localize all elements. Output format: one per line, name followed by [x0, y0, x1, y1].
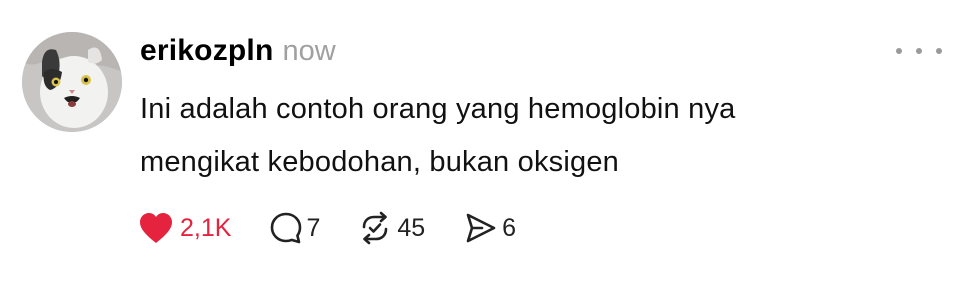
- post-text-line: Ini adalah contoh orang yang hemoglobin …: [140, 93, 736, 125]
- comment-icon: [271, 212, 302, 244]
- repost-count: 45: [397, 213, 426, 242]
- heart-icon: [140, 213, 172, 243]
- repost-icon: [363, 211, 388, 245]
- timestamp: now: [282, 35, 336, 67]
- more-options-icon-dot: [936, 48, 942, 54]
- post: erikozpln now Ini adalah contoh orang ya…: [0, 0, 972, 297]
- username[interactable]: erikozpln: [140, 34, 274, 68]
- comment-count: 7: [306, 213, 321, 242]
- repost-button[interactable]: 45: [358, 211, 425, 245]
- cat-avatar-image: [22, 32, 122, 132]
- action-bar: 2,1K 7 45 6: [138, 208, 554, 248]
- like-count: 2,1K: [180, 213, 232, 242]
- avatar[interactable]: [22, 32, 122, 132]
- like-button[interactable]: 2,1K: [138, 211, 231, 245]
- post-text-line: mengikat kebodohan, bukan oksigen: [140, 146, 619, 178]
- post-text: Ini adalah contoh orang yang hemoglobin …: [140, 83, 880, 189]
- more-options-icon: [896, 48, 902, 54]
- more-options-button[interactable]: [896, 44, 942, 58]
- share-button[interactable]: 6: [463, 211, 516, 245]
- send-icon: [466, 213, 496, 243]
- more-options-icon-dot: [916, 48, 922, 54]
- comment-button[interactable]: 7: [269, 211, 320, 245]
- post-header: erikozpln now: [140, 34, 336, 74]
- share-count: 6: [502, 213, 517, 242]
